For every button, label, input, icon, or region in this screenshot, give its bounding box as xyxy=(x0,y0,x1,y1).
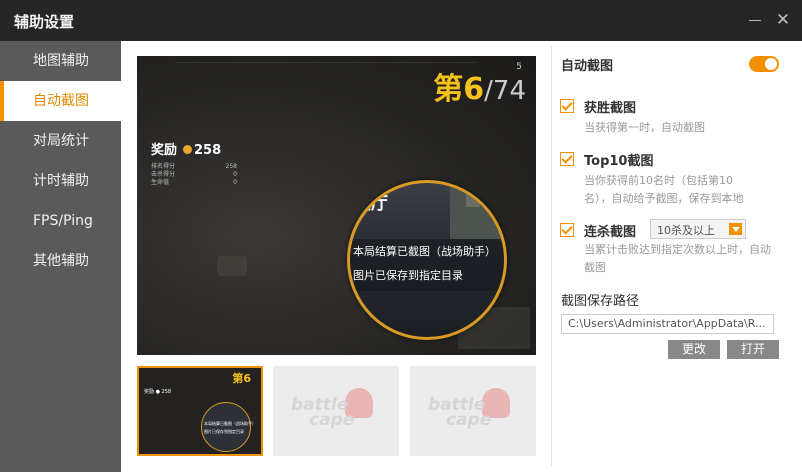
killstreak-count-select[interactable]: 10杀及以上 xyxy=(650,219,746,239)
sidebar-item-fps-ping[interactable]: FPS/Ping xyxy=(0,201,121,241)
watermark-line2: cape xyxy=(446,410,492,430)
thumb-notice-line2: 图片已保存到指定目录 xyxy=(204,429,244,434)
stat-row: 排名得分 258 xyxy=(151,163,237,171)
screenshot-preview: 5 第6/74 奖励 258 排名得分 258 击杀得分 0 生命值 0 大厅 本局结算… xyxy=(137,56,536,355)
save-path-field[interactable]: C:\Users\Administrator\AppData\R... xyxy=(561,314,774,334)
magnifier-minimap xyxy=(450,183,504,239)
win-screenshot-checkbox[interactable] xyxy=(560,99,574,113)
close-button[interactable]: ✕ xyxy=(772,9,794,31)
minimize-icon xyxy=(749,20,761,21)
magnifier-lens: 大厅 本局结算已截图（战场助手） 图片已保存到指定目录 xyxy=(347,180,507,340)
sidebar: 地图辅助 自动截图 对局统计 计时辅助 FPS/Ping 其他辅助 xyxy=(0,41,121,472)
top10-screenshot-label: Top10截图 xyxy=(584,154,654,169)
title-bar: 辅助设置 ✕ xyxy=(0,0,802,41)
preview-rank-value: 第6 xyxy=(433,72,485,107)
thumb-notice-line1: 本局结算已截图（战场助手） xyxy=(204,421,256,426)
terrain-feature xyxy=(217,256,247,276)
sidebar-item-other-assist[interactable]: 其他辅助 xyxy=(0,241,121,281)
minimize-button[interactable] xyxy=(744,9,766,31)
killstreak-screenshot-label: 连杀截图 xyxy=(584,225,637,240)
killstreak-select-value: 10杀及以上 xyxy=(657,224,715,237)
battlecape-logo: battle cape xyxy=(428,388,518,434)
stat-row: 击杀得分 0 xyxy=(151,171,237,179)
stat-name: 生命值 xyxy=(151,179,170,186)
stat-name: 排名得分 xyxy=(151,163,176,170)
window-title: 辅助设置 xyxy=(14,13,75,31)
stat-value: 258 xyxy=(225,163,237,170)
coin-icon xyxy=(183,145,193,154)
magnifier-notice-line1: 本局结算已截图（战场助手） xyxy=(353,245,496,258)
top10-screenshot-checkbox[interactable] xyxy=(560,152,574,166)
killstreak-screenshot-checkbox[interactable] xyxy=(560,223,574,237)
sidebar-item-timer-assist[interactable]: 计时辅助 xyxy=(0,161,121,201)
sidebar-item-match-stats[interactable]: 对局统计 xyxy=(0,121,121,161)
thumb-rank: 第6 xyxy=(232,372,251,385)
thumb-magnifier: 本局结算已截图（战场助手） 图片已保存到指定目录 xyxy=(201,402,256,452)
killstreak-screenshot-desc: 当累计击败达到指定次数以上时，自动截图 xyxy=(584,243,771,274)
thumb-reward: 奖励 ● 258 xyxy=(144,389,172,395)
stat-value: 0 xyxy=(233,171,237,178)
toggle-knob xyxy=(765,58,777,70)
close-icon: ✕ xyxy=(775,10,791,30)
thumbnail-placeholder[interactable]: battle cape xyxy=(410,366,536,456)
open-folder-button[interactable]: 打开 xyxy=(727,340,779,359)
thumbnail-selected[interactable]: 第6 奖励 ● 258 本局结算已截图（战场助手） 图片已保存到指定目录 xyxy=(137,366,263,456)
win-screenshot-label: 获胜截图 xyxy=(584,101,637,116)
sidebar-item-map-assist[interactable]: 地图辅助 xyxy=(0,41,121,81)
preview-reward-value: 258 xyxy=(194,143,222,158)
save-path-label: 截图保存路径 xyxy=(561,294,640,309)
hud-compass xyxy=(177,62,477,72)
thumbnail-placeholder[interactable]: battle cape xyxy=(273,366,399,456)
chevron-down-icon xyxy=(729,223,742,235)
auto-screenshot-toggle[interactable] xyxy=(749,56,779,72)
magnifier-hall-text: 大厅 xyxy=(354,194,388,214)
preview-rank: 第6/74 xyxy=(433,64,526,108)
top10-screenshot-desc: 当你获得前10名时（包括第10名），自动给予截图，保存到本地 xyxy=(584,174,744,205)
battlecape-logo: battle cape xyxy=(291,388,381,434)
divider xyxy=(551,46,552,466)
stat-row: 生命值 0 xyxy=(151,179,237,187)
win-screenshot-desc: 当获得第一时，自动截图 xyxy=(584,121,705,134)
sidebar-item-auto-screenshot[interactable]: 自动截图 xyxy=(0,81,121,121)
preview-reward: 奖励 258 xyxy=(151,139,221,158)
change-path-button[interactable]: 更改 xyxy=(668,340,720,359)
main-panel: 5 第6/74 奖励 258 排名得分 258 击杀得分 0 生命值 0 大厅 本局结算… xyxy=(121,41,802,472)
auto-screenshot-title: 自动截图 xyxy=(561,59,614,74)
stat-value: 0 xyxy=(233,179,237,186)
preview-rank-total: /74 xyxy=(484,76,526,106)
preview-reward-label: 奖励 xyxy=(151,143,178,158)
preview-stats: 排名得分 258 击杀得分 0 生命值 0 xyxy=(151,163,237,187)
stat-name: 击杀得分 xyxy=(151,171,176,178)
magnifier-notice-line2: 图片已保存到指定目录 xyxy=(353,269,463,282)
watermark-line2: cape xyxy=(309,410,355,430)
